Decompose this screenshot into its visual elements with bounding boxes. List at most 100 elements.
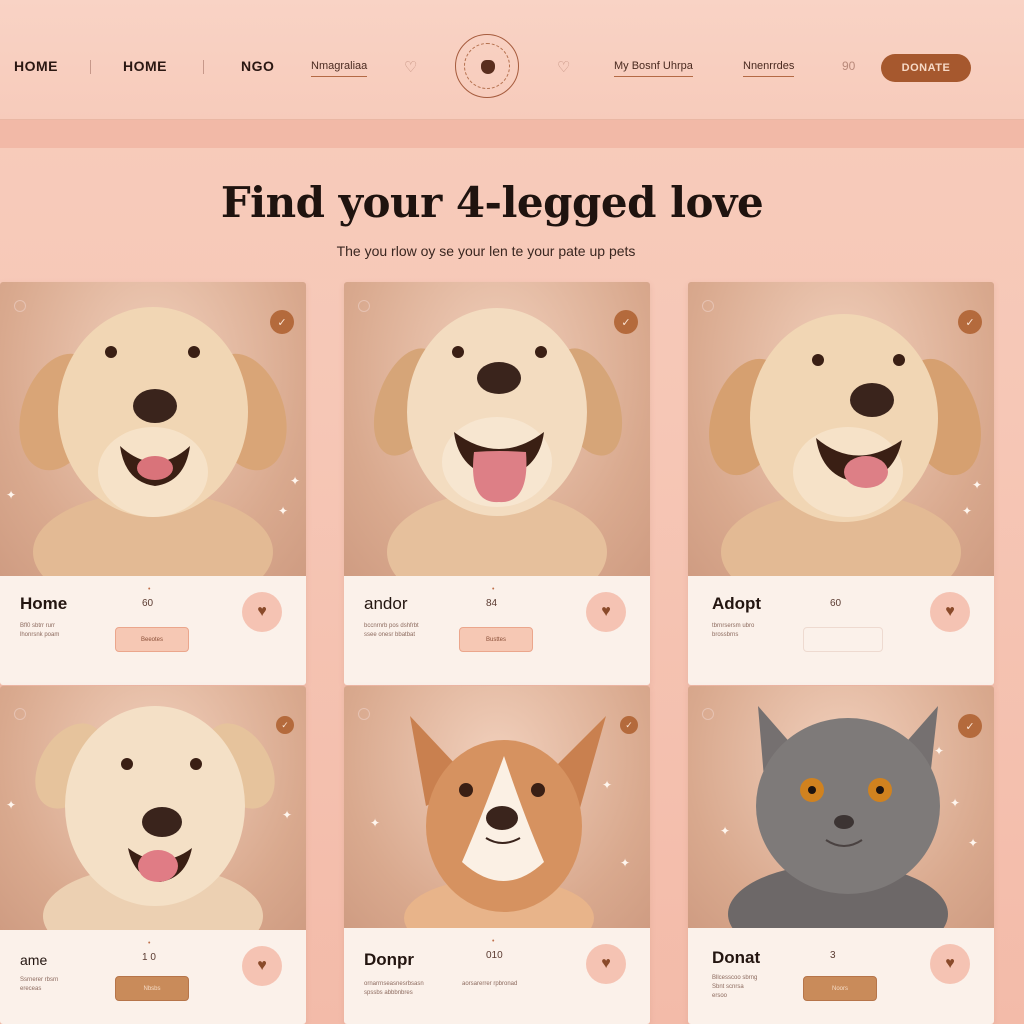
pet-description: ornarrnseasnesrbsasn spssbs abbbnbres	[364, 981, 424, 996]
nav-link-1[interactable]: Nmagraliaa	[311, 60, 368, 77]
sparkle-icon: ✦	[720, 824, 731, 838]
paw-badge-icon[interactable]: ✓	[614, 310, 638, 334]
sparkle-icon: ✦	[620, 856, 631, 870]
pet-photo: ✓ ✦ ✦ ✦ ✦	[688, 686, 994, 928]
pet-description: Bllcesscoo sbrng Sbnt scnrsa ersoo	[712, 975, 758, 999]
favorite-heart-button[interactable]: ♥	[930, 944, 970, 984]
sparkle-icon: ✦	[290, 474, 301, 488]
corner-dot-icon	[702, 708, 714, 720]
logo-ring	[464, 43, 510, 89]
pet-action-button[interactable]: Noors	[803, 976, 877, 1001]
pet-photo: ✓ ✦ ✦ ✦	[344, 686, 650, 928]
pet-value: 60	[142, 598, 154, 609]
sparkle-icon: ✦	[6, 488, 17, 502]
brand-logo[interactable]	[455, 34, 519, 98]
pet-description: tbrnrsersm ubro brossbrns	[712, 623, 755, 638]
pet-description: Bfl0 sbtrr rurr lhonrsnk poam	[20, 623, 60, 638]
corner-dot-icon	[14, 708, 26, 720]
sparkle-icon: ✦	[934, 744, 945, 758]
pet-card[interactable]: ✓ ✦ ✦ ame • 1 0 Ssrnerer rbsrn ereceas N…	[0, 686, 306, 1024]
sparkle-icon: ✦	[972, 478, 983, 492]
paws-icon: 90	[842, 59, 856, 73]
sparkle-icon: ✦	[950, 796, 961, 810]
pet-value: 84	[486, 598, 498, 609]
nav-item-home-2[interactable]: HOME	[123, 58, 167, 74]
donate-button[interactable]: DONATE	[881, 54, 971, 82]
golden-retriever-image	[19, 307, 287, 576]
favorite-heart-button[interactable]: ♥	[586, 592, 626, 632]
cream-puppy-image	[35, 706, 275, 930]
pet-name: ame	[20, 952, 48, 968]
pet-info: Donpr • 010 ornarrnseasnesrbsasn spssbs …	[344, 928, 650, 1024]
pet-action-button[interactable]	[803, 627, 883, 652]
corgi-puppy-image	[404, 716, 606, 928]
pet-value: 010	[486, 950, 503, 961]
top-navigation: HOME HOME NGO Nmagraliaa ♡ ♡ My Bosnf Uh…	[0, 0, 1024, 120]
paw-badge-icon[interactable]: ✓	[276, 716, 294, 734]
pet-card[interactable]: ✓ ✦ ✦ Adopt 60 tbrnrsersm ubro brossbrns…	[688, 282, 994, 685]
paw-badge-icon[interactable]: ✓	[620, 716, 638, 734]
paw-badge-icon[interactable]: ✓	[270, 310, 294, 334]
page-title: Find your 4-legged love	[220, 178, 764, 227]
nav-divider	[203, 60, 204, 74]
pet-card[interactable]: ✓ ✦ ✦ ✦ ✦ Donat 3 Bllcesscoo sbrng Sbnt …	[688, 686, 994, 1024]
pet-info: Donat 3 Bllcesscoo sbrng Sbnt scnrsa ers…	[688, 928, 994, 1024]
pet-info: Adopt 60 tbrnrsersm ubro brossbrns ♥	[688, 576, 994, 685]
pet-name: andor	[364, 594, 408, 613]
golden-retriever-image	[373, 308, 623, 576]
golden-retriever-image	[709, 314, 981, 576]
pet-description-secondary: aorsarerrer rpbronad	[462, 981, 518, 987]
sparkle-icon: ✦	[602, 778, 613, 792]
pet-info: ame • 1 0 Ssrnerer rbsrn ereceas Nbsbs ♥	[0, 930, 306, 1024]
nav-item-ngo[interactable]: NGO	[241, 58, 274, 74]
pet-photo: ✓ ✦ ✦	[688, 282, 994, 576]
pet-name: Home	[20, 594, 68, 613]
nav-link-3[interactable]: Nnenrrdes	[743, 60, 795, 77]
nav-item-home[interactable]: HOME	[14, 58, 58, 74]
pet-name: Donpr	[364, 950, 415, 969]
pet-value: 3	[830, 950, 836, 961]
favorite-heart-button[interactable]: ♥	[930, 592, 970, 632]
pet-action-button[interactable]: Nbsbs	[115, 976, 189, 1001]
sparkle-icon: ✦	[370, 816, 381, 830]
pet-value: 1 0	[142, 952, 156, 963]
favorite-heart-button[interactable]: ♥	[242, 592, 282, 632]
pet-info: Home • 60 Bfl0 sbtrr rurr lhonrsnk poam …	[0, 576, 306, 685]
nav-band	[0, 120, 1024, 148]
paw-badge-icon[interactable]: ✓	[958, 714, 982, 738]
pet-value: 60	[830, 598, 842, 609]
pet-photo: ✓	[344, 282, 650, 576]
corner-dot-icon	[358, 300, 370, 312]
pet-tick: •	[148, 940, 151, 947]
pet-action-button[interactable]: Beeotes	[115, 627, 189, 652]
pet-card[interactable]: ✓ ✦ ✦ ✦ Donpr • 010 ornarrnseasnesrbsasn…	[344, 686, 650, 1024]
favorite-heart-button[interactable]: ♥	[242, 946, 282, 986]
pet-tick: •	[148, 586, 151, 593]
nav-link-2[interactable]: My Bosnf Uhrpa	[614, 60, 693, 77]
sparkle-icon: ✦	[278, 504, 289, 518]
pet-name: Donat	[712, 948, 761, 967]
heart-outline-icon: ♡	[404, 59, 418, 76]
sparkle-icon: ✦	[6, 798, 17, 812]
british-shorthair-cat-image	[728, 706, 948, 928]
nav-divider	[90, 60, 91, 74]
pet-silhouette-icon	[481, 60, 495, 74]
sparkle-icon: ✦	[968, 836, 979, 850]
corner-dot-icon	[358, 708, 370, 720]
pet-action-button[interactable]: Busttes	[459, 627, 533, 652]
pet-tick: •	[492, 938, 495, 945]
favorite-heart-button[interactable]: ♥	[586, 944, 626, 984]
heart-outline-icon: ♡	[557, 59, 571, 76]
sparkle-icon: ✦	[282, 808, 293, 822]
corner-dot-icon	[14, 300, 26, 312]
pet-photo: ✓ ✦ ✦ ✦	[0, 282, 306, 576]
pet-name: Adopt	[712, 594, 762, 613]
pet-description: Ssrnerer rbsrn ereceas	[20, 977, 59, 992]
pet-card[interactable]: ✓ ✦ ✦ ✦ Home • 60 Bfl0 sbtrr rurr lhonrs…	[0, 282, 306, 685]
paw-badge-icon[interactable]: ✓	[958, 310, 982, 334]
corner-dot-icon	[702, 300, 714, 312]
pet-tick: •	[492, 586, 495, 593]
page-subtitle: The you rlow oy se your len te your pate…	[336, 243, 636, 259]
pet-card[interactable]: ✓ andor • 84 bccnrnrb pos dshfrbt ssee o…	[344, 282, 650, 685]
pet-description: bccnrnrb pos dshfrbt ssee onesr bbatbat	[364, 623, 419, 638]
